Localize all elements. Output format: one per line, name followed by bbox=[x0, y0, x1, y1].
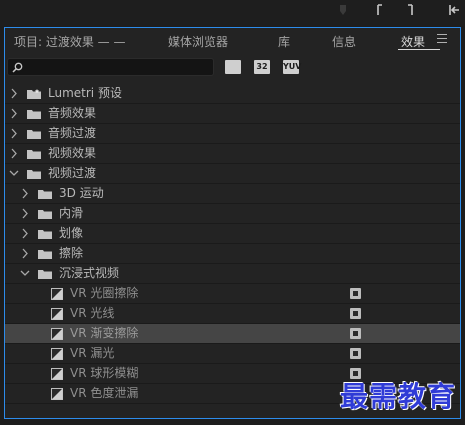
effect-row[interactable]: VR 光圈擦除 bbox=[5, 284, 460, 304]
effect-row[interactable]: VR 光线 bbox=[5, 304, 460, 324]
32bit-color-filter-button[interactable]: 32 bbox=[254, 60, 270, 74]
folder-row[interactable]: 划像 bbox=[5, 224, 460, 244]
accelerated-effect-icon bbox=[350, 308, 361, 319]
yuv-effects-filter-button[interactable]: YUV bbox=[283, 60, 301, 74]
effects-panel: 项目: 过渡效果 — — 媒体浏览器 库 信息 效果 32 YUV Lumetr… bbox=[4, 27, 461, 419]
chevron-right-icon[interactable] bbox=[9, 84, 19, 103]
chevron-down-icon[interactable] bbox=[20, 264, 30, 283]
folder-row[interactable]: 内滑 bbox=[5, 204, 460, 224]
effect-row[interactable]: VR 漏光 bbox=[5, 344, 460, 364]
search-row: 32 YUV bbox=[5, 52, 460, 84]
mark-in-icon[interactable] bbox=[372, 3, 386, 17]
folder-row[interactable]: 擦除 bbox=[5, 244, 460, 264]
chevron-right-icon[interactable] bbox=[9, 124, 19, 143]
folder-row[interactable]: 3D 运动 bbox=[5, 184, 460, 204]
tab-libraries[interactable]: 库 bbox=[278, 33, 290, 50]
top-toolbar bbox=[0, 0, 465, 26]
mark-out-icon[interactable] bbox=[404, 3, 418, 17]
chevron-right-icon[interactable] bbox=[20, 224, 30, 243]
effect-row[interactable]: VR 渐变擦除 bbox=[5, 324, 460, 344]
tree-item-label: 划像 bbox=[59, 226, 84, 240]
tree-item-label: 视频效果 bbox=[48, 146, 97, 160]
tree-item-label: 沉浸式视频 bbox=[59, 266, 120, 280]
folder-icon bbox=[38, 270, 52, 279]
accelerated-effect-icon bbox=[350, 328, 361, 339]
chevron-right-icon[interactable] bbox=[20, 184, 30, 203]
folder-row[interactable]: 沉浸式视频 bbox=[5, 264, 460, 284]
tab-project[interactable]: 项目: 过渡效果 — — bbox=[14, 33, 126, 50]
accelerated-effects-filter-button[interactable] bbox=[225, 60, 241, 74]
tree-item-label: VR 光圈擦除 bbox=[70, 286, 139, 300]
tab-info[interactable]: 信息 bbox=[332, 33, 356, 50]
panel-menu-icon[interactable] bbox=[437, 34, 447, 43]
chevron-right-icon[interactable] bbox=[9, 104, 19, 123]
folder-icon bbox=[38, 230, 52, 239]
chevron-right-icon[interactable] bbox=[20, 204, 30, 223]
transition-effect-icon bbox=[51, 388, 63, 400]
watermark-text: 最需教育 bbox=[340, 380, 457, 413]
tree-item-label: 音频过渡 bbox=[48, 126, 97, 140]
tree-item-label: VR 渐变擦除 bbox=[70, 326, 139, 340]
folder-row[interactable]: 音频过渡 bbox=[5, 124, 460, 144]
tree-item-label: 音频效果 bbox=[48, 106, 97, 120]
folder-icon bbox=[27, 110, 41, 119]
marker-icon[interactable] bbox=[336, 3, 350, 17]
tree-item-label: 内滑 bbox=[59, 206, 84, 220]
search-icon bbox=[12, 62, 23, 73]
folder-row[interactable]: Lumetri 预设 bbox=[5, 84, 460, 104]
folder-row[interactable]: 视频效果 bbox=[5, 144, 460, 164]
tree-item-label: VR 球形模糊 bbox=[70, 366, 139, 380]
folder-icon bbox=[38, 190, 52, 199]
transition-effect-icon bbox=[51, 308, 63, 320]
tree-item-label: VR 色度泄漏 bbox=[70, 386, 139, 400]
tree-item-label: Lumetri 预设 bbox=[48, 86, 122, 100]
folder-icon bbox=[27, 130, 41, 139]
chevron-down-icon[interactable] bbox=[9, 164, 19, 183]
preset-folder-icon bbox=[27, 89, 41, 99]
chevron-right-icon[interactable] bbox=[9, 144, 19, 163]
folder-icon bbox=[27, 150, 41, 159]
accelerated-effect-icon bbox=[350, 288, 361, 299]
chevron-right-icon[interactable] bbox=[20, 244, 30, 263]
folder-icon bbox=[27, 170, 41, 179]
transition-effect-icon bbox=[51, 288, 63, 300]
accelerated-effect-icon bbox=[350, 348, 361, 359]
folder-icon bbox=[38, 250, 52, 259]
go-to-in-icon[interactable] bbox=[447, 3, 461, 17]
transition-effect-icon bbox=[51, 348, 63, 360]
folder-row[interactable]: 视频过渡 bbox=[5, 164, 460, 184]
search-input[interactable] bbox=[26, 59, 206, 75]
folder-row[interactable]: 音频效果 bbox=[5, 104, 460, 124]
tab-media-browser[interactable]: 媒体浏览器 bbox=[168, 33, 228, 50]
active-tab-indicator bbox=[398, 49, 440, 50]
transition-effect-icon bbox=[51, 368, 63, 380]
search-box[interactable] bbox=[7, 58, 214, 76]
tree-item-label: VR 漏光 bbox=[70, 346, 115, 360]
folder-icon bbox=[38, 210, 52, 219]
effects-tree: Lumetri 预设 音频效果音频过渡视频效果视频过渡 3D 运动内滑划像擦除沉浸式… bbox=[5, 84, 460, 418]
tree-item-label: 擦除 bbox=[59, 246, 84, 260]
panel-tab-bar: 项目: 过渡效果 — — 媒体浏览器 库 信息 效果 bbox=[5, 28, 460, 52]
tab-effects[interactable]: 效果 bbox=[401, 33, 425, 50]
tree-item-label: 3D 运动 bbox=[59, 186, 104, 200]
transition-effect-icon bbox=[51, 328, 63, 340]
tree-item-label: VR 光线 bbox=[70, 306, 115, 320]
tree-item-label: 视频过渡 bbox=[48, 166, 97, 180]
